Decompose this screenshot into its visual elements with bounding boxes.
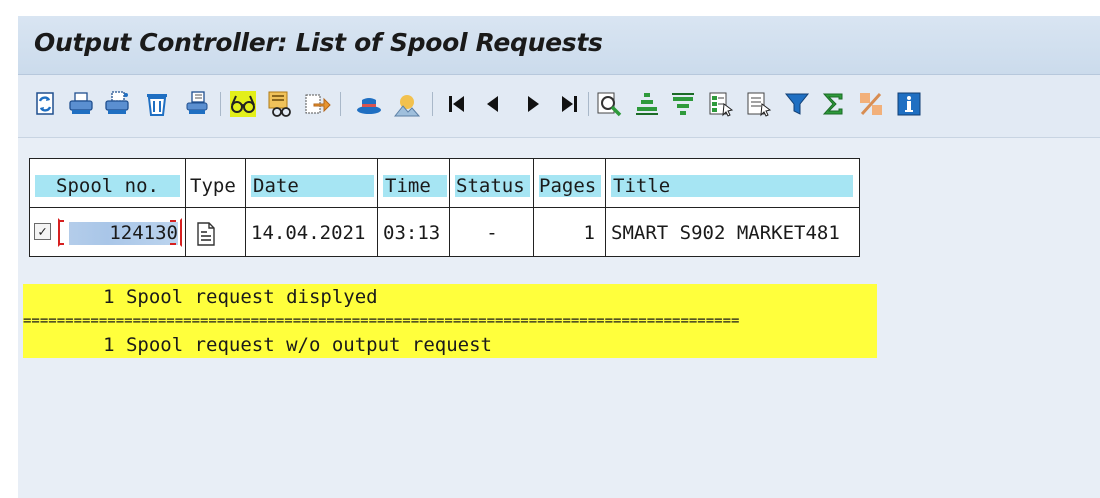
row-status: -	[455, 221, 529, 245]
toolbar-separator	[220, 92, 221, 116]
toolbar-separator	[588, 92, 589, 116]
sort-descending-icon[interactable]	[668, 89, 698, 119]
change-layout-icon[interactable]	[744, 89, 774, 119]
page-title: Output Controller: List of Spool Request…	[34, 28, 603, 57]
display-details-icon[interactable]	[264, 89, 294, 119]
filter-icon[interactable]	[782, 89, 812, 119]
row-time: 03:13	[383, 222, 441, 244]
column-header-status[interactable]: Status	[455, 175, 530, 197]
summary-no-output-count: 1 Spool request w/o output request	[23, 332, 877, 358]
column-header-spool-no[interactable]: Spool no.	[35, 175, 180, 197]
sap-screen: Output Controller: List of Spool Request…	[18, 16, 1100, 498]
spool-number-value[interactable]: 124130	[69, 222, 178, 245]
column-header-pages[interactable]: Pages	[539, 175, 601, 197]
first-page-icon[interactable]	[442, 89, 472, 119]
row-pages: 1	[539, 221, 595, 245]
graphical-display-icon[interactable]	[392, 89, 422, 119]
refresh-icon[interactable]	[30, 89, 60, 119]
print-with-changed-parameters-icon[interactable]	[102, 89, 132, 119]
application-toolbar	[18, 75, 1100, 138]
column-header-date[interactable]: Date	[251, 175, 374, 197]
display-contents-icon[interactable]	[228, 89, 258, 119]
next-page-icon[interactable]	[518, 89, 548, 119]
delete-icon[interactable]	[142, 89, 172, 119]
previous-page-icon[interactable]	[478, 89, 508, 119]
row-select-checkbox[interactable]: ✓	[34, 223, 51, 240]
print-directly-icon[interactable]	[66, 89, 96, 119]
output-request-icon[interactable]	[354, 89, 384, 119]
select-layout-icon[interactable]	[706, 89, 736, 119]
title-bar: Output Controller: List of Spool Request…	[18, 16, 1100, 75]
forward-icon[interactable]	[302, 89, 332, 119]
header-divider	[30, 207, 859, 208]
information-icon[interactable]	[894, 89, 924, 119]
column-header-title[interactable]: Title	[611, 175, 853, 197]
toolbar-separator	[340, 92, 341, 116]
row-date: 14.04.2021	[251, 221, 375, 245]
total-icon[interactable]	[818, 89, 848, 119]
sort-ascending-icon[interactable]	[632, 89, 662, 119]
print-attributes-icon[interactable]	[182, 89, 212, 119]
spool-number-field[interactable]: 124130	[58, 218, 182, 247]
find-icon[interactable]	[594, 89, 624, 119]
row-title: SMART S902 MARKET481	[611, 222, 840, 244]
column-header-type[interactable]: Type	[190, 175, 241, 197]
subtotal-icon[interactable]	[856, 89, 886, 119]
summary-displayed-count: 1 Spool request displyed	[23, 284, 877, 310]
spool-list: Spool no. Type Date Time Status Pages Ti…	[18, 138, 1100, 498]
toolbar-separator	[432, 92, 433, 116]
document-icon[interactable]	[196, 222, 216, 246]
last-page-icon[interactable]	[554, 89, 584, 119]
column-header-time[interactable]: Time	[383, 175, 447, 197]
spool-request-table: Spool no. Type Date Time Status Pages Ti…	[29, 158, 860, 257]
summary-separator: ========================================…	[23, 310, 877, 332]
